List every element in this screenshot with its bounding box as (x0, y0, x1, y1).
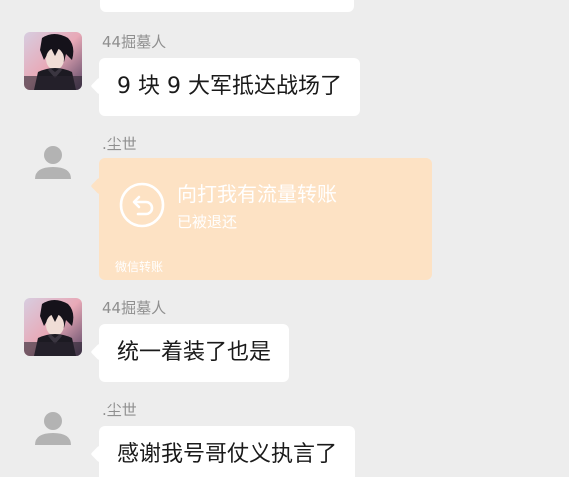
chat-message-list[interactable]: 44掘墓人 9 块 9 大军抵达战场了 .尘世 向打我有流量转账 已被退还 微信… (0, 0, 569, 477)
avatar[interactable] (24, 134, 82, 192)
sender-name: 44掘墓人 (102, 299, 167, 317)
message-bubble[interactable]: 9 块 9 大军抵达战场了 (99, 58, 360, 116)
avatar[interactable] (24, 298, 82, 356)
message-bubble[interactable]: 统一着装了也是 (99, 324, 290, 382)
default-user-avatar-icon (24, 134, 82, 192)
default-user-avatar-icon (24, 400, 82, 458)
sender-name: 44掘墓人 (102, 33, 167, 51)
transfer-footer-label: 微信转账 (115, 260, 164, 274)
transfer-card[interactable]: 向打我有流量转账 已被退还 微信转账 (99, 158, 432, 280)
anime-character-avatar-icon (24, 32, 82, 90)
return-arrow-icon (119, 182, 165, 228)
avatar[interactable] (24, 32, 82, 90)
sender-name: .尘世 (102, 401, 137, 419)
sender-name: .尘世 (102, 135, 137, 153)
avatar[interactable] (24, 400, 82, 458)
anime-character-avatar-icon (24, 298, 82, 356)
transfer-status: 已被退还 (177, 213, 238, 231)
transfer-title: 向打我有流量转账 (177, 182, 337, 206)
previous-message-bubble[interactable] (100, 0, 354, 12)
message-bubble[interactable]: 感谢我号哥仗义执言了 (99, 426, 356, 477)
